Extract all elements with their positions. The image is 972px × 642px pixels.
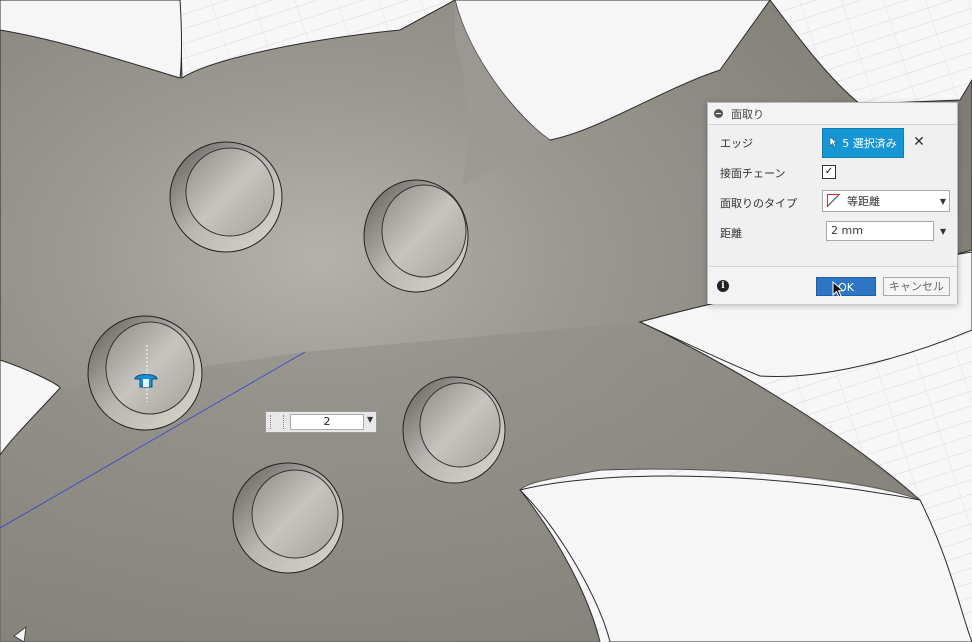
chamfer-type-value: 等距離 xyxy=(847,195,880,208)
mouse-pointer-icon xyxy=(832,281,844,298)
distance-manipulator-arrow-icon[interactable] xyxy=(132,367,160,391)
chevron-down-icon[interactable]: ▼ xyxy=(367,415,373,424)
drag-grip[interactable] xyxy=(270,415,284,429)
model-viewport[interactable] xyxy=(0,0,972,642)
bolt-hole[interactable] xyxy=(232,462,344,574)
edge-label: エッジ xyxy=(720,137,753,150)
bolt-hole[interactable] xyxy=(402,376,506,484)
chamfer-dialog: 面取り エッジ 5 選択済み ✕ 接面チェーン ✓ 面取りのタイプ 等距離 ▼ … xyxy=(707,102,958,304)
viewport-canvas[interactable] xyxy=(0,0,972,642)
info-icon[interactable]: i xyxy=(717,280,729,292)
distance-label: 距離 xyxy=(720,227,742,240)
distance-input[interactable]: 2 mm xyxy=(826,221,934,241)
edge-selection-button[interactable]: 5 選択済み xyxy=(822,128,904,158)
canvas-distance-input[interactable]: 2 ▼ xyxy=(265,411,377,433)
equal-distance-chamfer-icon xyxy=(827,194,841,208)
chamfer-type-dropdown[interactable]: 等距離 ▼ xyxy=(822,190,950,212)
bolt-hole[interactable] xyxy=(363,179,469,293)
tangent-chain-row: 接面チェーン ✓ xyxy=(720,163,952,183)
chevron-down-icon[interactable]: ▼ xyxy=(940,223,946,241)
bolt-hole[interactable] xyxy=(169,141,283,253)
edge-row: エッジ 5 選択済み ✕ xyxy=(720,128,952,158)
distance-row: 距離 2 mm ▼ xyxy=(720,221,952,243)
selection-cursor-icon xyxy=(829,135,839,151)
dialog-footer: i OK キャンセル xyxy=(708,266,957,304)
edge-selection-count: 5 選択済み xyxy=(842,137,897,150)
dialog-header[interactable]: 面取り xyxy=(708,103,957,125)
tangent-chain-label: 接面チェーン xyxy=(720,167,786,180)
chamfer-type-label: 面取りのタイプ xyxy=(720,197,797,210)
collapse-minus-icon[interactable] xyxy=(714,109,723,118)
ok-button[interactable]: OK xyxy=(816,277,876,296)
dialog-title: 面取り xyxy=(731,107,764,121)
close-icon[interactable]: ✕ xyxy=(912,133,926,151)
chamfer-type-row: 面取りのタイプ 等距離 ▼ xyxy=(720,190,952,213)
tangent-chain-checkbox[interactable]: ✓ xyxy=(822,165,836,179)
checkmark-icon: ✓ xyxy=(824,166,834,177)
canvas-distance-field[interactable]: 2 xyxy=(290,414,364,430)
chevron-down-icon[interactable]: ▼ xyxy=(937,197,949,206)
cancel-button[interactable]: キャンセル xyxy=(883,277,950,296)
